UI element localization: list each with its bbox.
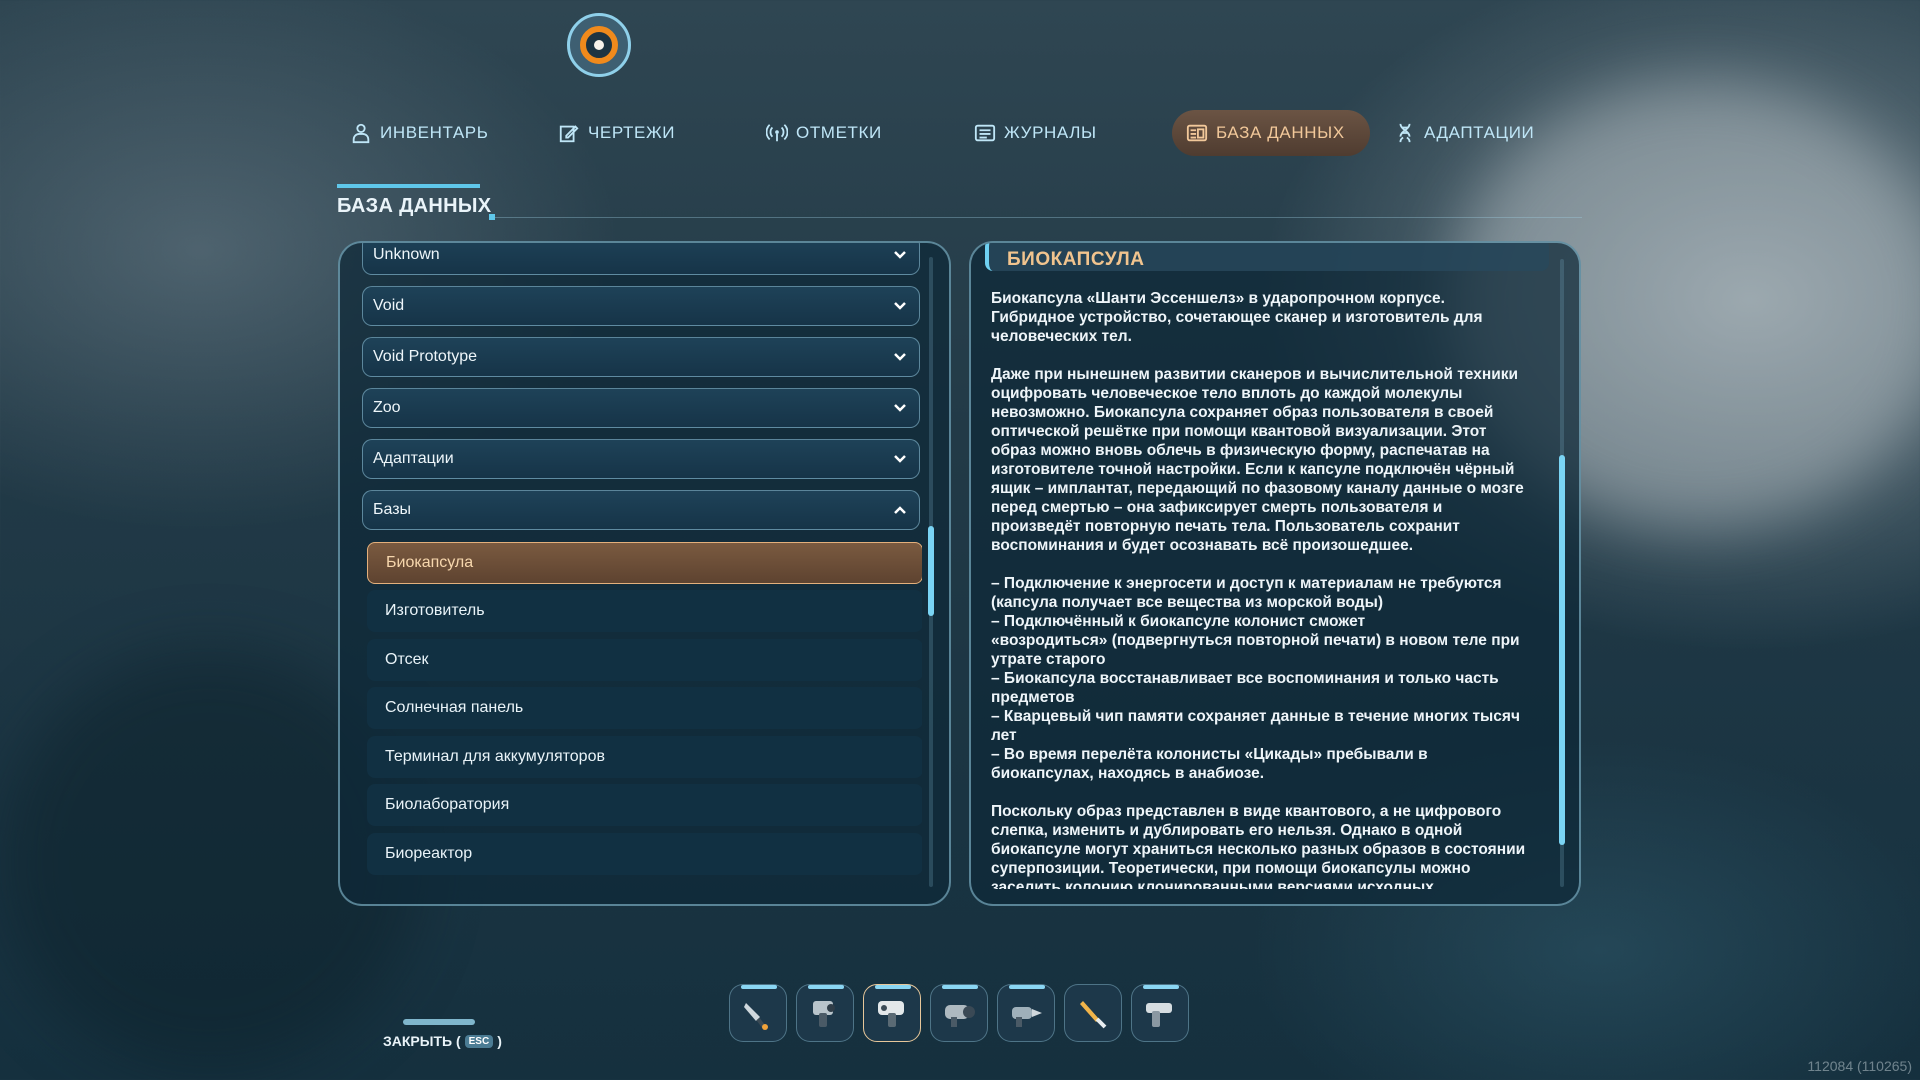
close-button[interactable]: ЗАКРЫТЬ ( ESC ): [383, 1033, 502, 1049]
tab-label: ИНВЕНТАРЬ: [380, 123, 489, 142]
database-list: Unknown Void Void Prototype Zoo Адаптаци…: [362, 243, 922, 891]
category-label: Void: [373, 297, 405, 314]
entry-label: Солнечная панель: [385, 699, 524, 716]
tab-adaptations[interactable]: АДАПТАЦИИ: [1380, 110, 1548, 156]
entry-biolab[interactable]: Биолаборатория: [367, 784, 922, 826]
chevron-down-icon: [894, 251, 906, 259]
log-icon: [974, 124, 996, 142]
builder-tool-icon: [878, 1001, 904, 1027]
close-indicator: [403, 1019, 475, 1025]
tab-label: ОТМЕТКИ: [796, 123, 882, 142]
quickslot-5[interactable]: [997, 984, 1055, 1042]
esc-key-badge: ESC: [464, 1034, 494, 1048]
article-scrollbar-thumb[interactable]: [1559, 455, 1565, 845]
entry-label: Биокапсула: [386, 554, 474, 571]
entry-biocapsule[interactable]: Биокапсула: [367, 542, 922, 584]
category-bases[interactable]: Базы: [362, 490, 920, 530]
article-paragraph: Поскольку образ представлен в виде квант…: [991, 803, 1526, 889]
quickslot-3[interactable]: [863, 984, 921, 1042]
panel-corner: [340, 243, 351, 254]
category-label: Zoo: [373, 399, 401, 416]
quickslot-1[interactable]: [729, 984, 787, 1042]
close-suffix: ): [497, 1033, 502, 1049]
quickslot-6[interactable]: [1064, 984, 1122, 1042]
entry-fabricator[interactable]: Изготовитель: [367, 590, 922, 632]
title-underline: [337, 184, 480, 188]
chevron-down-icon: [894, 404, 906, 412]
drill-tool-icon: [1012, 1007, 1042, 1027]
chevron-up-icon: [894, 506, 906, 514]
article-paragraph: – Подключение к энергосети и доступ к ма…: [991, 575, 1520, 782]
entry-label: Отсек: [385, 651, 429, 668]
close-label: ЗАКРЫТЬ (: [383, 1033, 461, 1049]
tab-label: БАЗА ДАННЫХ: [1216, 123, 1345, 142]
article-paragraph: Биокапсула «Шанти Эссеншелз» в ударопроч…: [991, 290, 1483, 345]
database-icon: [1186, 124, 1208, 142]
entry-label: Изготовитель: [385, 602, 485, 619]
repair-tool-icon: [813, 1001, 835, 1027]
page-title: БАЗА ДАННЫХ: [337, 195, 492, 217]
tab-inventory[interactable]: ИНВЕНТАРЬ: [336, 110, 503, 156]
tab-logs[interactable]: ЖУРНАЛЫ: [960, 110, 1111, 156]
person-icon: [352, 123, 370, 144]
entry-bioreactor[interactable]: Биореактор: [367, 833, 922, 875]
category-unknown[interactable]: Unknown: [362, 243, 920, 275]
panel-corner: [1568, 243, 1579, 254]
entry-compartment[interactable]: Отсек: [367, 639, 922, 681]
category-label: Unknown: [373, 246, 440, 263]
article-body: Биокапсула «Шанти Эссеншелз» в ударопроч…: [991, 289, 1539, 889]
entry-battery-terminal[interactable]: Терминал для аккумуляторов: [367, 736, 922, 778]
tab-blueprints[interactable]: ЧЕРТЕЖИ: [544, 110, 689, 156]
quickslot-2[interactable]: [796, 984, 854, 1042]
entry-label: Терминал для аккумуляторов: [385, 748, 605, 765]
entry-label: Биолаборатория: [385, 796, 510, 813]
build-number: 112084 (110265): [1807, 1058, 1912, 1074]
pda-logo-icon: [567, 13, 631, 77]
signal-icon: [766, 124, 788, 142]
quickslot-7[interactable]: [1131, 984, 1189, 1042]
category-label: Void Prototype: [373, 348, 478, 365]
dna-icon: [1399, 123, 1411, 143]
tab-label: ЧЕРТЕЖИ: [588, 123, 676, 142]
database-list-panel: Unknown Void Void Prototype Zoo Адаптаци…: [338, 241, 951, 906]
article-title: БИОКАПСУЛА: [985, 243, 1549, 271]
tab-label: АДАПТАЦИИ: [1424, 123, 1535, 142]
knife-tool-icon: [1080, 1001, 1107, 1029]
category-label: Базы: [373, 501, 412, 518]
tab-bar: ИНВЕНТАРЬ ЧЕРТЕЖИ ОТМЕТКИ ЖУРНАЛЫ БАЗА Д…: [336, 106, 1586, 160]
category-zoo[interactable]: Zoo: [362, 388, 920, 428]
list-scrollbar-thumb[interactable]: [928, 526, 934, 616]
divider: [495, 217, 1582, 218]
panel-corner: [340, 893, 351, 904]
propulsion-tool-icon: [945, 1005, 975, 1027]
chevron-down-icon: [894, 455, 906, 463]
panel-corner: [1568, 893, 1579, 904]
tab-markers[interactable]: ОТМЕТКИ: [752, 110, 896, 156]
entry-label: Биореактор: [385, 845, 473, 862]
gun-tool-icon: [1146, 1003, 1172, 1027]
blueprint-icon: [559, 125, 579, 143]
article-panel: БИОКАПСУЛА Биокапсула «Шанти Эссеншелз» …: [969, 241, 1581, 906]
tab-label: ЖУРНАЛЫ: [1004, 123, 1097, 142]
chevron-down-icon: [894, 302, 906, 310]
quickslot-4[interactable]: [930, 984, 988, 1042]
tab-database[interactable]: БАЗА ДАННЫХ: [1172, 110, 1370, 156]
category-adaptations[interactable]: Адаптации: [362, 439, 920, 479]
article-paragraph: Даже при нынешнем развитии сканеров и вы…: [991, 366, 1524, 554]
category-void[interactable]: Void: [362, 286, 920, 326]
category-label: Адаптации: [373, 450, 454, 467]
scanner-tool-icon: [744, 1003, 768, 1030]
entry-solar-panel[interactable]: Солнечная панель: [367, 687, 922, 729]
chevron-down-icon: [894, 353, 906, 361]
category-void-prototype[interactable]: Void Prototype: [362, 337, 920, 377]
